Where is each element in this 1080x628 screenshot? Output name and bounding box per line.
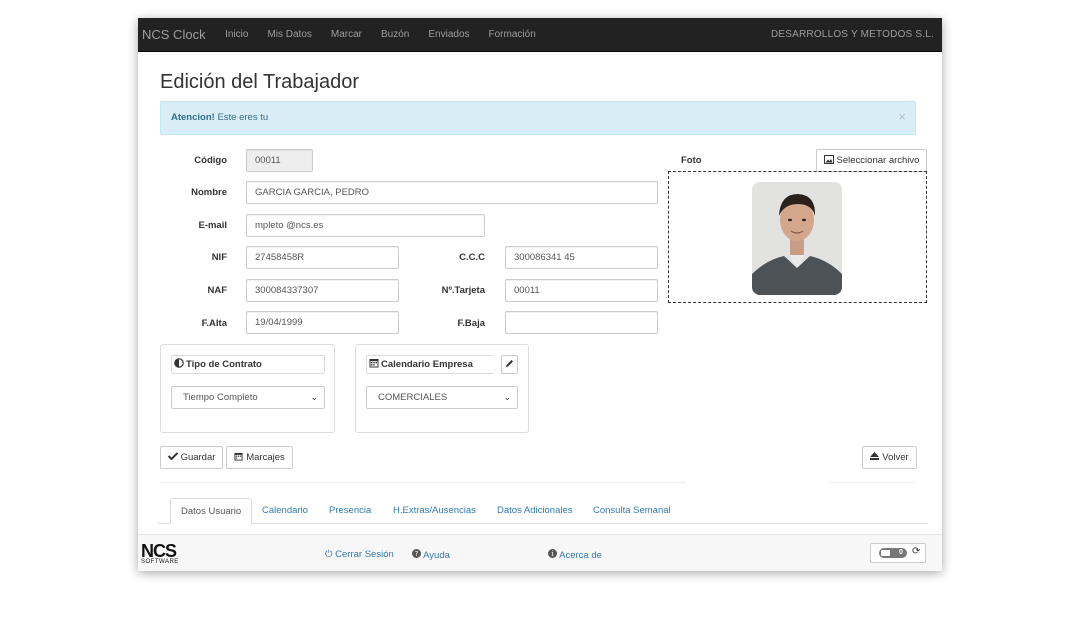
brand-link[interactable]: NCS Clock bbox=[142, 27, 206, 42]
logo-wordmark: NCS bbox=[141, 541, 177, 561]
naf-field[interactable]: 300084337307 bbox=[246, 279, 399, 302]
nav-marcar[interactable]: Marcar bbox=[321, 29, 371, 40]
email-label: E-mail bbox=[198, 220, 227, 231]
nav-inicio[interactable]: Inicio bbox=[216, 29, 258, 40]
nav-mis-datos[interactable]: Mis Datos bbox=[258, 29, 321, 40]
nif-field[interactable]: 27458458R bbox=[246, 246, 399, 269]
marcajes-label: Marcajes bbox=[246, 452, 285, 463]
calendario-title: Calendario Empresa bbox=[381, 359, 473, 370]
nav-buzon[interactable]: Buzón bbox=[372, 29, 419, 40]
tab-calendario[interactable]: Calendario bbox=[252, 498, 318, 524]
chevron-down-icon: ⌄ bbox=[310, 392, 318, 402]
pencil-icon bbox=[505, 359, 514, 371]
fbaja-field[interactable] bbox=[505, 311, 658, 334]
calendario-panel: Calendario Empresa COMERCIALES ⌄ bbox=[355, 344, 529, 433]
info-alert: Atencion! Este eres tu × bbox=[160, 101, 916, 135]
select-file-button[interactable]: Seleccionar archivo bbox=[816, 149, 927, 172]
tab-bar: Datos Usuario Calendario Presencia H.Ext… bbox=[158, 498, 928, 524]
calendario-header: Calendario Empresa bbox=[366, 355, 494, 374]
calendario-select[interactable]: COMERCIALES ⌄ bbox=[366, 386, 518, 409]
tab-datos-usuario[interactable]: Datos Usuario bbox=[170, 498, 253, 524]
codigo-label: Código bbox=[194, 155, 227, 166]
divider bbox=[160, 482, 686, 483]
contrato-selected: Tiempo Completo bbox=[183, 392, 258, 403]
tab-consulta-semanal[interactable]: Consulta Semanal bbox=[583, 498, 681, 524]
tab-hextras-ausencias[interactable]: H.Extras/Ausencias bbox=[383, 498, 486, 524]
refresh-icon[interactable]: ⟳ bbox=[912, 546, 920, 557]
ccc-field[interactable]: 300086341 45 bbox=[505, 246, 658, 269]
logo-subtitle: SOFTWARE bbox=[141, 559, 179, 565]
select-file-label: Seleccionar archivo bbox=[836, 155, 920, 166]
marcajes-button[interactable]: Marcajes bbox=[226, 446, 293, 469]
codigo-field: 00011 bbox=[246, 149, 313, 172]
nav-enviados[interactable]: Enviados bbox=[419, 29, 479, 40]
tarjeta-field[interactable]: 00011 bbox=[505, 279, 658, 302]
app-window: NCS Clock Inicio Mis Datos Marcar Buzón … bbox=[138, 18, 942, 571]
foto-label: Foto bbox=[681, 155, 702, 166]
calendario-selected: COMERCIALES bbox=[378, 392, 448, 403]
about-label: Acerca de bbox=[559, 550, 602, 561]
nombre-label: Nombre bbox=[191, 187, 227, 198]
ccc-label: C.C.C bbox=[459, 252, 485, 263]
logout-link[interactable]: ⏻ Cerrar Sesión bbox=[325, 549, 394, 560]
eject-icon bbox=[870, 452, 880, 463]
fbaja-label: F.Baja bbox=[457, 318, 485, 329]
svg-text:?: ? bbox=[415, 549, 419, 558]
power-icon: ⏻ bbox=[325, 549, 333, 560]
status-toggle[interactable]: 0 ⟳ bbox=[870, 543, 926, 563]
tab-datos-adicionales[interactable]: Datos Adicionales bbox=[487, 498, 583, 524]
contrato-header: Tipo de Contrato bbox=[171, 355, 325, 374]
falta-field[interactable]: 19/04/1999 bbox=[246, 311, 399, 334]
image-icon bbox=[823, 154, 834, 167]
contrato-panel: Tipo de Contrato Tiempo Completo ⌄ bbox=[160, 344, 335, 433]
chevron-down-icon: ⌄ bbox=[503, 392, 511, 402]
help-label: Ayuda bbox=[423, 550, 450, 561]
divider bbox=[828, 482, 916, 483]
contrato-title: Tipo de Contrato bbox=[186, 359, 262, 370]
page-title: Edición del Trabajador bbox=[160, 71, 360, 93]
company-name: DESARROLLOS Y METODOS S.L. bbox=[770, 29, 934, 40]
guardar-button[interactable]: Guardar bbox=[160, 446, 223, 469]
tarjeta-label: Nº.Tarjeta bbox=[441, 285, 485, 296]
volver-button[interactable]: Volver bbox=[862, 446, 917, 469]
email-field[interactable]: mpleto @ncs.es bbox=[246, 214, 485, 237]
alert-strong: Atencion! bbox=[171, 112, 215, 123]
check-icon bbox=[167, 452, 178, 463]
navbar: NCS Clock Inicio Mis Datos Marcar Buzón … bbox=[138, 18, 942, 52]
info-icon: i bbox=[548, 549, 559, 561]
photo-dropzone[interactable] bbox=[668, 171, 927, 303]
close-icon[interactable]: × bbox=[898, 109, 906, 124]
tab-presencia[interactable]: Presencia bbox=[319, 498, 381, 524]
falta-label: F.Alta bbox=[201, 318, 227, 329]
toggle-count: 0 bbox=[899, 549, 903, 556]
footer-bar: NCS SOFTWARE ⏻ Cerrar Sesión ? Ayuda i A… bbox=[138, 534, 942, 571]
worker-photo bbox=[752, 182, 842, 295]
nif-label: NIF bbox=[211, 252, 227, 263]
nav-formacion[interactable]: Formación bbox=[479, 29, 545, 40]
calendar-icon bbox=[234, 452, 243, 464]
guardar-label: Guardar bbox=[180, 452, 216, 463]
naf-label: NAF bbox=[207, 285, 227, 296]
contrato-select[interactable]: Tiempo Completo ⌄ bbox=[171, 386, 325, 409]
alert-text: Este eres tu bbox=[214, 112, 269, 123]
contrast-icon bbox=[174, 358, 184, 371]
help-link[interactable]: ? Ayuda bbox=[412, 549, 450, 561]
about-link[interactable]: i Acerca de bbox=[548, 549, 602, 561]
volver-label: Volver bbox=[882, 452, 909, 463]
question-icon: ? bbox=[412, 549, 423, 561]
calendar-icon bbox=[369, 358, 379, 371]
edit-calendar-button[interactable] bbox=[501, 355, 518, 374]
ncs-logo: NCS SOFTWARE bbox=[141, 541, 179, 566]
nombre-field[interactable]: GARCIA GARCIA, PEDRO bbox=[246, 181, 658, 204]
logout-label: Cerrar Sesión bbox=[335, 549, 394, 560]
